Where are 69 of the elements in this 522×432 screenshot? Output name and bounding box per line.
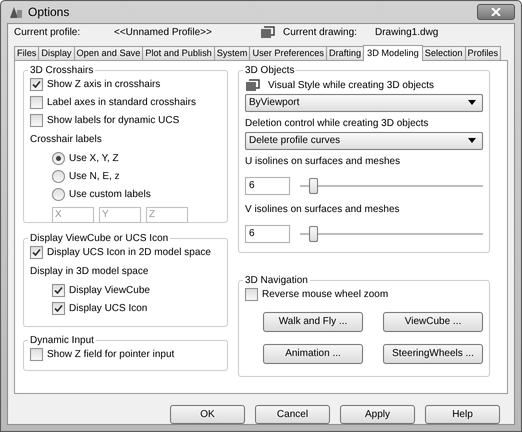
group-title: 3D Crosshairs — [29, 64, 94, 76]
dropdown[interactable]: Delete profile curves — [245, 132, 483, 150]
tab[interactable]: Display — [38, 46, 75, 60]
radio-label[interactable]: Use N, E, z — [69, 171, 120, 182]
dropdown[interactable]: ByViewport — [245, 94, 483, 112]
drawing-icon — [260, 26, 275, 40]
tab[interactable]: Selection — [422, 46, 466, 60]
tab[interactable]: 3D Modeling — [363, 44, 423, 61]
drawing-name: Drawing1.dwg — [375, 27, 438, 38]
dialog-button[interactable]: ViewCube ... — [383, 312, 483, 332]
dialog-button[interactable]: Help — [425, 404, 500, 424]
profile-label: Current profile: — [14, 27, 82, 38]
checkbox[interactable] — [30, 96, 43, 110]
close-button[interactable] — [477, 4, 515, 20]
group-title: 3D Objects — [244, 64, 296, 76]
checkbox[interactable] — [30, 114, 43, 128]
checkbox[interactable] — [30, 78, 43, 92]
field-label: V isolines on surfaces and meshes — [245, 204, 400, 216]
slider-thumb[interactable] — [308, 178, 318, 194]
checkbox[interactable] — [52, 284, 65, 298]
field-label: Visual Style while creating 3D objects — [268, 80, 434, 92]
checkbox-label[interactable]: Show labels for dynamic UCS — [47, 115, 180, 126]
slider-thumb[interactable] — [308, 226, 318, 242]
app-icon — [9, 5, 23, 19]
caret-icon — [468, 100, 476, 106]
field-label: U isolines on surfaces and meshes — [245, 156, 400, 168]
checkbox-label[interactable]: Label axes in standard crosshairs — [47, 97, 196, 108]
tab[interactable]: System — [214, 46, 250, 60]
radio-label[interactable]: Use custom labels — [69, 189, 151, 200]
tab[interactable]: Profiles — [464, 46, 502, 60]
radio-button[interactable] — [52, 152, 65, 166]
checkbox[interactable] — [30, 246, 43, 260]
dialog-button[interactable]: Walk and Fly ... — [263, 312, 363, 332]
dialog-button[interactable]: Animation ... — [263, 344, 363, 364]
checkbox[interactable] — [245, 288, 258, 302]
number-field[interactable]: 6 — [245, 224, 290, 243]
tab[interactable]: Open and Save — [74, 46, 144, 60]
checkbox-label[interactable]: Show Z field for pointer input — [47, 349, 174, 360]
caret-icon — [468, 138, 476, 144]
group-title: Dynamic Input — [29, 334, 95, 346]
checkbox-label[interactable]: Display UCS Icon in 2D model space — [47, 247, 211, 258]
dialog-button[interactable]: Apply — [340, 404, 415, 424]
dialog-button[interactable]: OK — [170, 404, 245, 424]
visual-style-icon — [245, 79, 260, 92]
number-field[interactable]: 6 — [245, 176, 290, 195]
field-label: Deletion control while creating 3D objects — [245, 118, 428, 130]
radio-button[interactable] — [52, 188, 65, 202]
field-label: Crosshair labels — [30, 134, 102, 146]
tab[interactable]: Plot and Publish — [142, 46, 215, 60]
checkbox-label[interactable]: Display UCS Icon — [69, 303, 148, 314]
checkbox[interactable] — [52, 302, 65, 316]
drawing-label: Current drawing: — [283, 27, 358, 38]
tab[interactable]: User Preferences — [249, 46, 327, 60]
group-title: 3D Navigation — [244, 274, 309, 286]
checkbox-label[interactable]: Reverse mouse wheel zoom — [262, 289, 388, 300]
close-icon — [491, 8, 501, 16]
field-label: Display in 3D model space — [30, 266, 148, 278]
tab[interactable]: Drafting — [326, 46, 364, 60]
tab[interactable]: Files — [14, 46, 40, 60]
dialog-button[interactable]: SteeringWheels ... — [383, 344, 483, 364]
profile-name: <<Unnamed Profile>> — [114, 27, 213, 38]
checkbox-label[interactable]: Display ViewCube — [69, 285, 150, 296]
dialog-button[interactable]: Cancel — [255, 404, 330, 424]
checkbox-label[interactable]: Show Z axis in crosshairs — [47, 79, 160, 90]
radio-label[interactable]: Use X, Y, Z — [69, 153, 119, 164]
radio-button[interactable] — [52, 170, 65, 184]
window-title: Options — [28, 5, 70, 19]
checkbox[interactable] — [30, 348, 43, 362]
group-title: Display ViewCube or UCS Icon — [29, 232, 170, 244]
